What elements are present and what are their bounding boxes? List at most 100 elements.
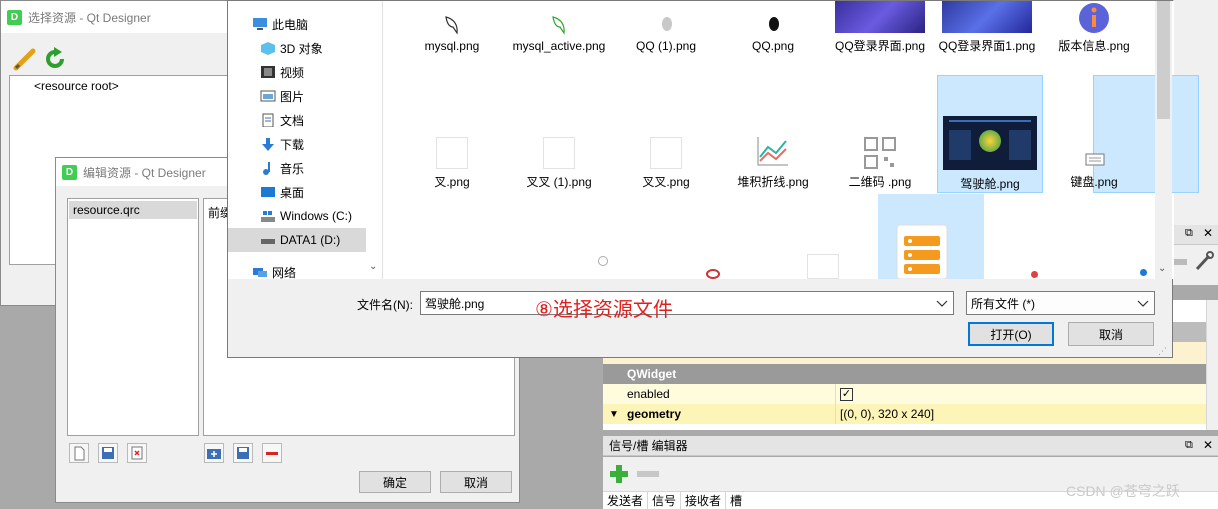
blank-image-icon	[436, 137, 468, 169]
tool-icon[interactable]	[1193, 251, 1215, 273]
documents-icon	[262, 113, 274, 127]
add-folder-icon	[207, 449, 221, 459]
widget-box-header: ⧉ ✕	[1173, 225, 1218, 245]
ok-button[interactable]: 确定	[359, 471, 431, 493]
qt-designer-logo-icon: D	[7, 9, 22, 25]
cancel-button[interactable]: 取消	[440, 471, 512, 493]
music-icon	[263, 162, 270, 175]
resource-root-item[interactable]: <resource root>	[34, 79, 119, 93]
pencil-edit-icon[interactable]	[13, 47, 37, 71]
column-signal[interactable]: 信号	[648, 492, 682, 509]
reload-icon[interactable]	[43, 47, 67, 71]
filetype-value: 所有文件 (*)	[971, 296, 1035, 311]
mysql-dolphin-icon	[445, 16, 458, 35]
add-prefix-button[interactable]	[204, 443, 224, 463]
qrc-file-item[interactable]: resource.qrc	[69, 201, 197, 219]
file-item-cross-1[interactable]: 叉叉 (1).png	[506, 121, 612, 193]
video-icon	[261, 66, 275, 78]
chevron-down-icon[interactable]: ⌄	[369, 261, 377, 272]
filename-label: 文件名(N):	[357, 298, 413, 312]
file-item-stacked-line[interactable]: 堆积折线.png	[720, 121, 826, 193]
network-icon	[253, 268, 267, 277]
red-dot-icon	[1031, 271, 1038, 278]
float-panel-icon[interactable]: ⧉	[1185, 439, 1193, 452]
chevron-down-icon[interactable]	[935, 296, 949, 310]
property-scrollbar[interactable]	[1206, 300, 1218, 430]
nav-scrollbar[interactable]: ⌄	[366, 1, 382, 279]
nav-item-this-pc[interactable]: 此电脑	[240, 12, 380, 36]
navigation-pane[interactable]: 此电脑 3D 对象 视频 图片 文档 下载 音乐 桌面 Windows (C:)…	[228, 1, 383, 280]
new-file-button[interactable]	[69, 443, 89, 463]
file-item-qq-login[interactable]: QQ登录界面.png	[827, 1, 933, 73]
close-panel-icon[interactable]: ✕	[1203, 226, 1213, 240]
file-item-qq[interactable]: QQ.png	[720, 1, 826, 73]
add-files-button[interactable]	[233, 443, 253, 463]
new-file-icon	[74, 446, 85, 461]
drive-c-icon	[261, 211, 275, 222]
file-item-keyboard[interactable]: 键盘.png	[1041, 121, 1147, 193]
geometry-row[interactable]: ▼ geometry [(0, 0), 320 x 240]	[603, 404, 1206, 424]
geometry-value: [(0, 0), 320 x 240]	[840, 407, 935, 421]
file-item-cockpit[interactable]: 驾驶舱.png	[937, 75, 1043, 193]
add-connection-icon[interactable]	[609, 464, 629, 484]
remove-file-button[interactable]	[127, 443, 147, 463]
file-item-qq-login-1[interactable]: QQ登录界面1.png	[934, 1, 1040, 73]
minus-icon	[266, 452, 278, 455]
filetype-select[interactable]: 所有文件 (*)	[966, 291, 1155, 315]
file-cancel-button[interactable]: 取消	[1068, 322, 1154, 346]
file-item-qq-1[interactable]: QQ (1).png	[613, 1, 719, 73]
desktop-icon	[261, 187, 275, 197]
chevron-down-icon[interactable]	[1136, 296, 1150, 310]
qrc-file-list[interactable]: resource.qrc	[67, 198, 199, 436]
select-dialog-title: 选择资源 - Qt Designer	[28, 10, 151, 25]
file-item-cross[interactable]: 叉.png	[399, 121, 505, 193]
file-item-database-hover[interactable]	[878, 194, 984, 279]
save-icon	[102, 447, 114, 459]
resize-grip-icon[interactable]: ⋰	[1158, 346, 1167, 357]
filename-input[interactable]: 驾驶舱.png	[420, 291, 954, 315]
select-dialog-titlebar: D 选择资源 - Qt Designer	[1, 1, 229, 33]
qq-penguin-gray-icon	[662, 17, 672, 31]
blank-image-icon	[650, 137, 682, 169]
edit-dialog-title: 编辑资源 - Qt Designer	[83, 165, 206, 180]
qq-login-1-thumbnail	[942, 1, 1032, 33]
column-receiver[interactable]: 接收者	[681, 492, 727, 509]
remove-file-icon	[131, 446, 143, 460]
qwidget-section[interactable]: QWidget	[603, 364, 1206, 384]
file-item-version-info[interactable]: 版本信息.png	[1041, 1, 1147, 73]
remove-connection-icon[interactable]	[637, 471, 659, 477]
file-item-mysql-active[interactable]: mysql_active.png	[506, 1, 612, 73]
signal-slot-editor-header: 信号/槽 编辑器 ⧉ ✕	[603, 436, 1218, 456]
mysql-dolphin-green-icon	[552, 16, 565, 35]
enabled-row[interactable]: enabled ✓	[603, 384, 1206, 404]
chevron-down-icon[interactable]: ⌄	[1158, 263, 1166, 274]
cockpit-file-label: 驾驶舱.png	[960, 177, 1020, 191]
partial-icon	[598, 256, 608, 266]
file-item-mysql[interactable]: mysql.png	[399, 1, 505, 73]
file-grid[interactable]: mysql.png mysql_active.png QQ (1).png QQ…	[383, 1, 1199, 279]
file-grid-scrollbar[interactable]: ⌄	[1155, 1, 1172, 279]
qwidget-section-label: QWidget	[627, 367, 677, 381]
chevron-down-icon[interactable]: ▼	[609, 409, 627, 420]
enabled-checkbox[interactable]: ✓	[840, 387, 853, 401]
geometry-label: geometry	[627, 407, 682, 421]
enabled-label: enabled	[627, 387, 670, 401]
column-slot[interactable]: 槽	[726, 492, 746, 509]
file-item-cross-cross[interactable]: 叉叉.png	[613, 121, 719, 193]
open-file-dialog: 此电脑 3D 对象 视频 图片 文档 下载 音乐 桌面 Windows (C:)…	[227, 0, 1199, 358]
nav-item-network[interactable]: 网络	[240, 260, 380, 284]
nav-item-drive-d[interactable]: DATA1 (D:)	[228, 228, 368, 252]
scrollbar-thumb[interactable]	[1157, 1, 1170, 119]
watermark: CSDN @苍穹之跃	[1066, 483, 1180, 499]
pc-icon	[253, 18, 267, 30]
close-panel-icon[interactable]: ✕	[1203, 438, 1213, 452]
file-item-qrcode[interactable]: 二维码 .png	[827, 121, 933, 193]
signal-slot-editor-title: 信号/槽 编辑器	[609, 439, 688, 453]
column-sender[interactable]: 发送者	[603, 492, 649, 509]
save-file-button[interactable]	[98, 443, 118, 463]
remove-button[interactable]	[262, 443, 282, 463]
annotation-select-resource: ⑧选择资源文件	[535, 297, 673, 321]
float-panel-icon[interactable]: ⧉	[1185, 227, 1193, 240]
open-button[interactable]: 打开(O)	[968, 322, 1054, 346]
toolbox-strip	[1173, 245, 1218, 285]
